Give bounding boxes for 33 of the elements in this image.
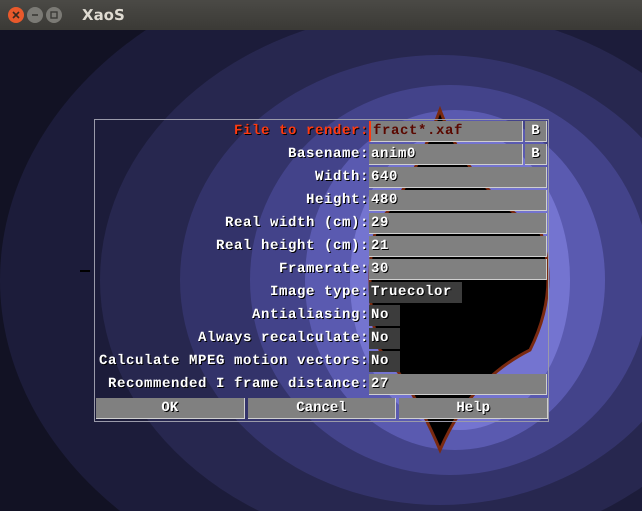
browse-button[interactable]: B — [525, 121, 547, 142]
input-field[interactable]: 30 — [369, 259, 547, 280]
field-label: Real height (cm): — [214, 237, 369, 256]
window-title: XaoS — [82, 6, 125, 24]
input-field[interactable]: 480 — [369, 190, 547, 211]
input-field[interactable]: 640 — [369, 167, 547, 188]
field-label: Real width (cm): — [224, 214, 369, 233]
field-label: Antialiasing: — [250, 306, 369, 325]
field-label: Always recalculate: — [196, 329, 369, 348]
field-label: Image type: — [268, 283, 369, 302]
maximize-icon[interactable] — [46, 7, 62, 23]
field-label: Framerate: — [278, 260, 369, 279]
dialog-button[interactable]: Cancel — [248, 398, 396, 419]
dialog-button[interactable]: Help — [399, 398, 548, 419]
choice-button[interactable]: Truecolor — [369, 282, 462, 303]
field-label: Basename: — [286, 145, 369, 164]
input-field[interactable]: 27 — [369, 374, 547, 395]
choice-button[interactable]: No — [369, 328, 400, 349]
field-label: File to render: — [232, 122, 369, 141]
input-field[interactable]: 21 — [369, 236, 547, 257]
dialog-button[interactable]: OK — [96, 398, 245, 419]
field-label: Height: — [304, 191, 369, 210]
browse-button[interactable]: B — [525, 144, 547, 165]
field-label: Calculate MPEG motion vectors: — [98, 352, 369, 371]
input-field[interactable]: 29 — [369, 213, 547, 234]
choice-button[interactable]: No — [369, 305, 400, 326]
minimize-icon[interactable] — [27, 7, 43, 23]
choice-button[interactable]: No — [369, 351, 400, 372]
field-label: Recommended I frame distance: — [106, 375, 369, 394]
close-icon[interactable] — [8, 7, 24, 23]
input-field[interactable]: anim0 — [369, 144, 523, 165]
input-field[interactable]: fract*.xaf — [369, 121, 523, 142]
field-label: Width: — [314, 168, 369, 187]
